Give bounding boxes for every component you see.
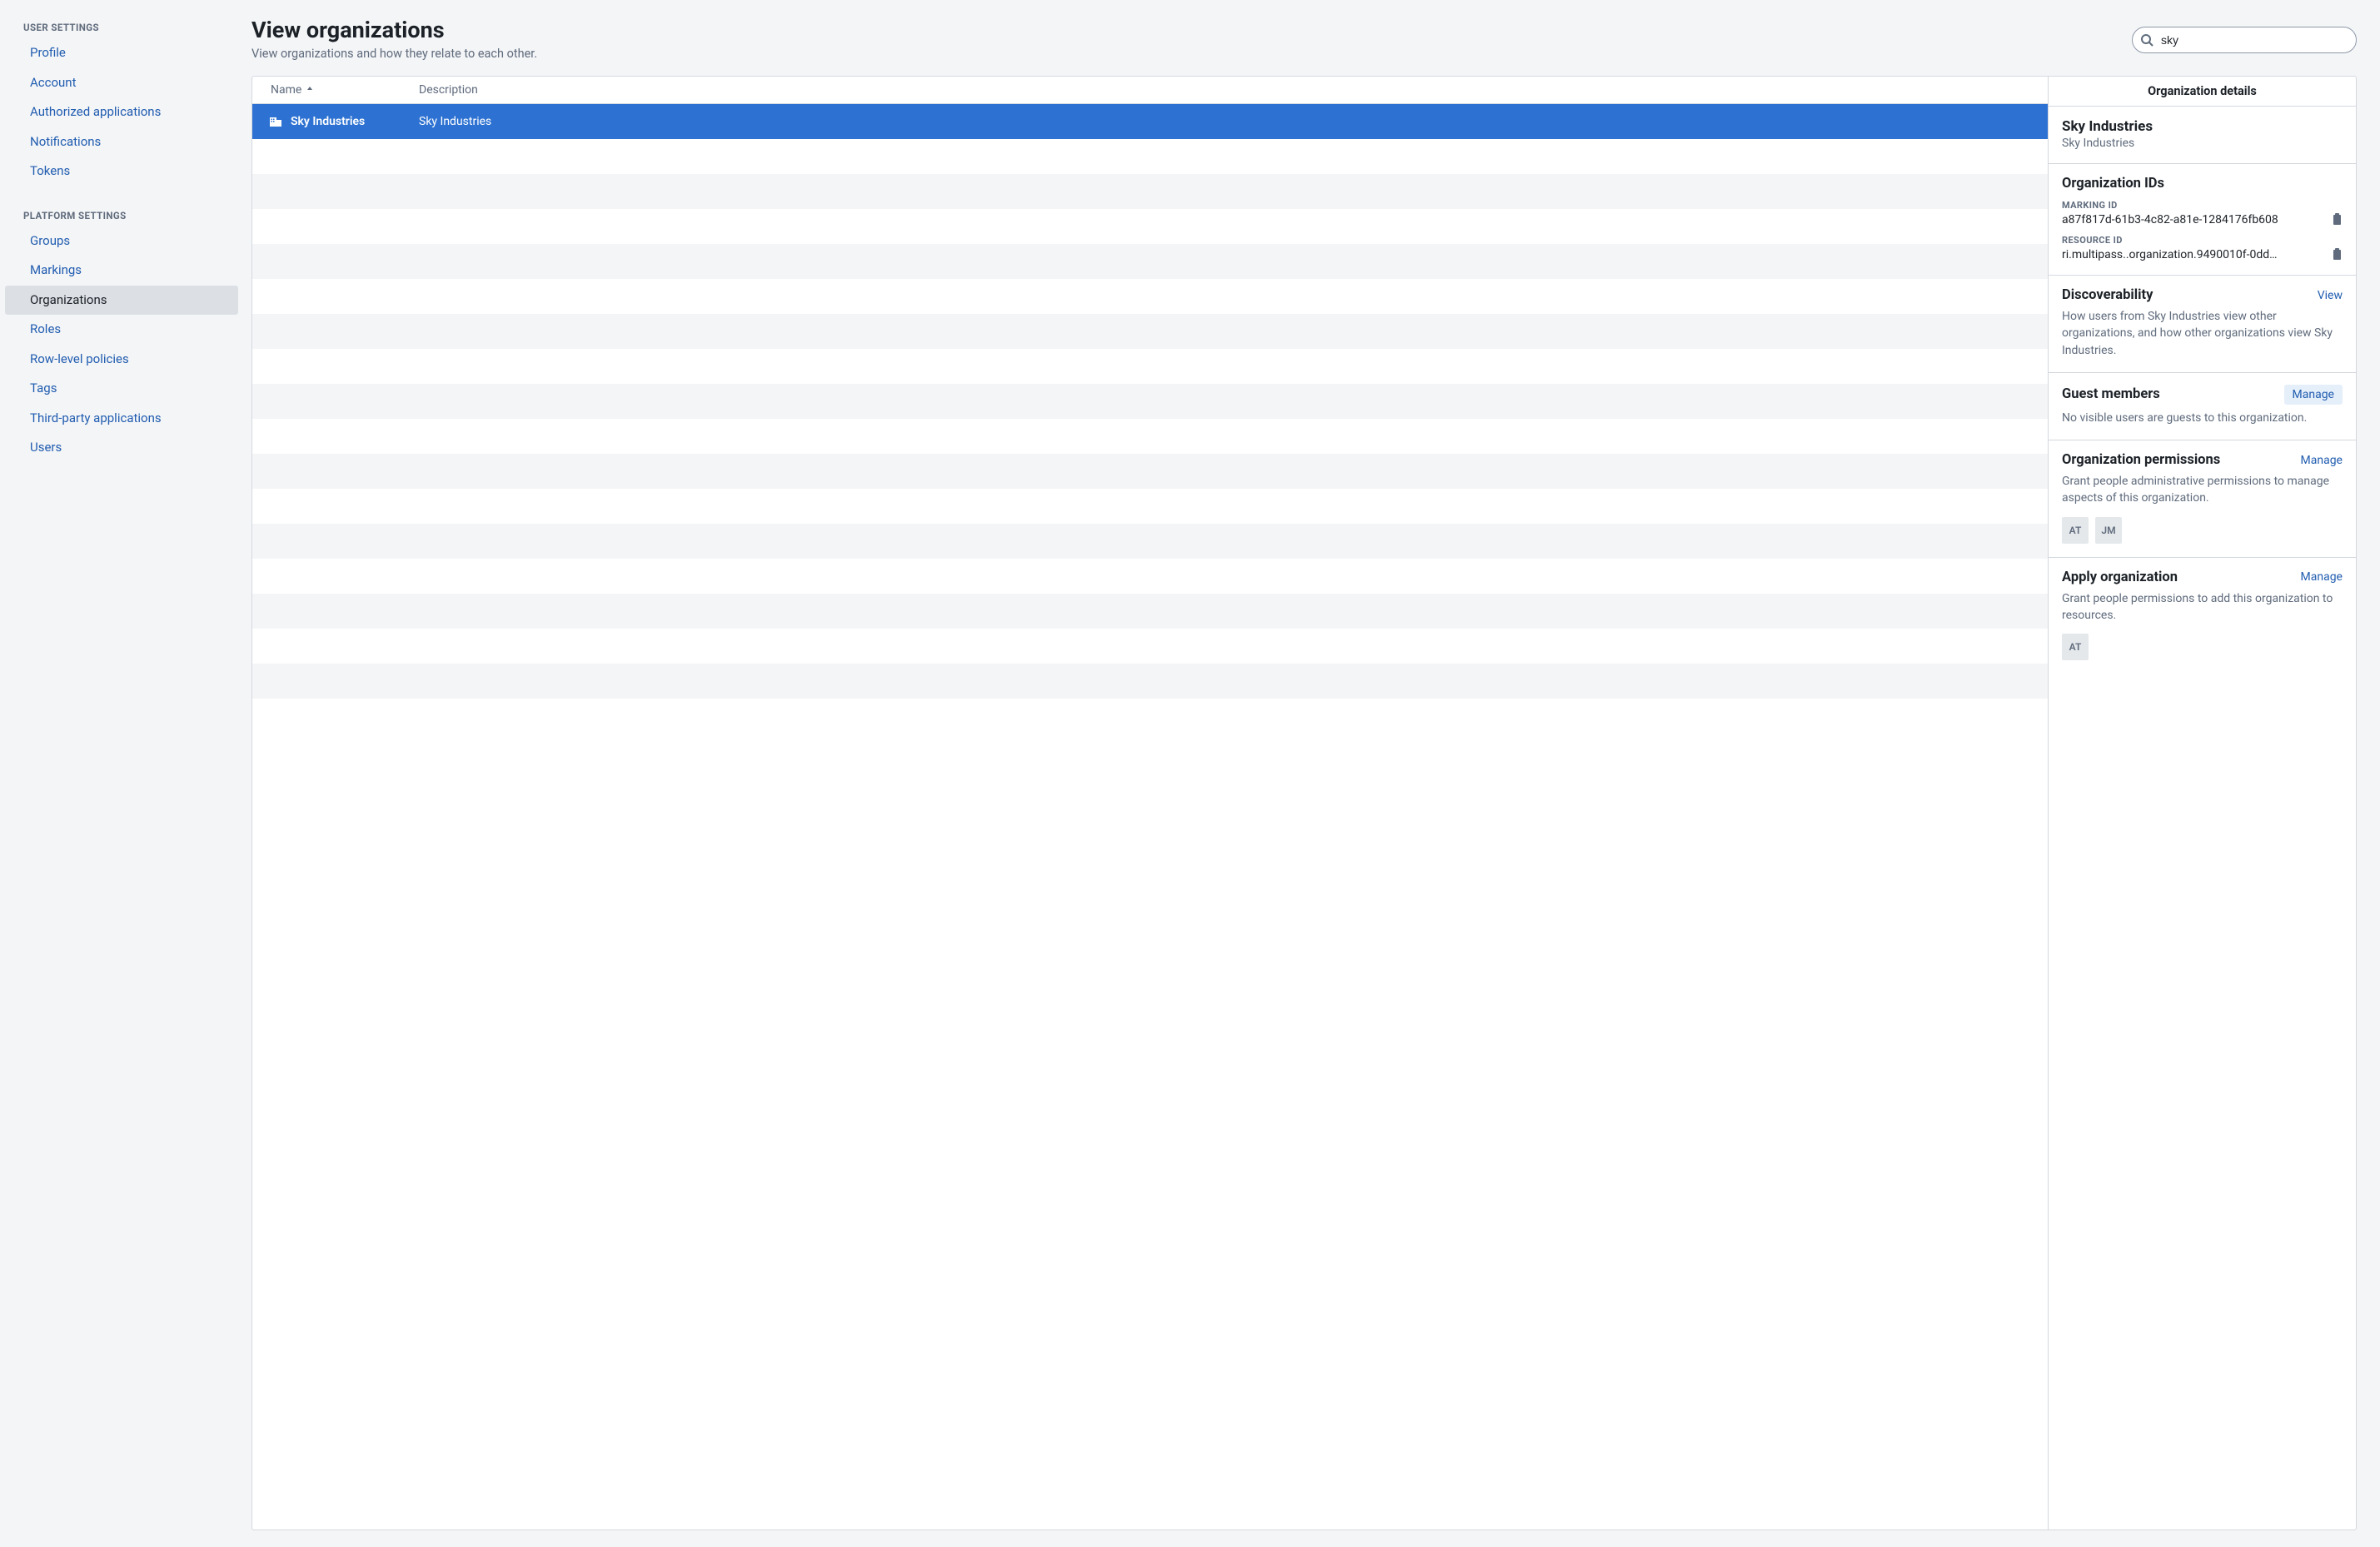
table-row[interactable]: Sky IndustriesSky Industries [252, 104, 2048, 139]
table-row-empty [252, 489, 2048, 524]
search-input[interactable] [2132, 27, 2357, 53]
apply-body: Grant people permissions to add this org… [2062, 590, 2343, 624]
search-wrap [2132, 27, 2357, 53]
table-row-empty [252, 244, 2048, 279]
sidebar: USER SETTINGSProfileAccountAuthorized ap… [0, 0, 243, 1547]
discoverability-view-link[interactable]: View [2318, 289, 2343, 302]
search-icon [2140, 33, 2153, 47]
copy-marking-id-icon[interactable] [2331, 213, 2343, 226]
details-org-description: Sky Industries [2062, 137, 2343, 150]
page-subtitle: View organizations and how they relate t… [251, 47, 537, 61]
copy-resource-id-icon[interactable] [2331, 248, 2343, 261]
page-title: View organizations [251, 17, 537, 43]
permissions-title: Organization permissions [2062, 452, 2220, 468]
avatar[interactable]: AT [2062, 634, 2089, 660]
cell-description: Sky Industries [419, 115, 2048, 128]
column-header-name-label: Name [271, 83, 301, 97]
table-row-empty [252, 209, 2048, 244]
table-row-empty [252, 419, 2048, 454]
column-header-name[interactable]: Name [252, 83, 419, 97]
details-guests-section: Guest members Manage No visible users ar… [2049, 373, 2356, 440]
sidebar-item-authorized-applications[interactable]: Authorized applications [0, 97, 243, 127]
apply-manage-link[interactable]: Manage [2301, 570, 2343, 584]
details-apply-section: Apply organization Manage Grant people p… [2049, 558, 2356, 674]
table-row-empty [252, 384, 2048, 419]
table-header: Name Description [252, 77, 2048, 104]
avatar[interactable]: JM [2095, 517, 2122, 544]
discoverability-body: How users from Sky Industries view other… [2062, 308, 2343, 359]
sidebar-item-markings[interactable]: Markings [0, 256, 243, 286]
marking-id-value: a87f817d-61b3-4c82-a81e-1284176fb608 [2062, 213, 2324, 226]
permissions-body: Grant people administrative permissions … [2062, 473, 2343, 507]
sidebar-item-groups[interactable]: Groups [0, 226, 243, 256]
apply-title: Apply organization [2062, 570, 2178, 585]
column-header-description[interactable]: Description [419, 83, 2048, 97]
details-org-section: Sky Industries Sky Industries [2049, 107, 2356, 164]
table-row-empty [252, 174, 2048, 209]
avatar[interactable]: AT [2062, 517, 2089, 544]
sidebar-section-title: USER SETTINGS [0, 22, 243, 38]
sidebar-item-row-level-policies[interactable]: Row-level policies [0, 345, 243, 375]
sidebar-item-account[interactable]: Account [0, 68, 243, 98]
resource-id-label: RESOURCE ID [2062, 235, 2343, 246]
main-content: View organizations View organizations an… [243, 0, 2380, 1547]
sidebar-item-notifications[interactable]: Notifications [0, 127, 243, 157]
sidebar-item-users[interactable]: Users [0, 433, 243, 463]
table-row-empty [252, 349, 2048, 384]
table-body: Sky IndustriesSky Industries [252, 104, 2048, 1530]
discoverability-title: Discoverability [2062, 287, 2153, 303]
table-row-empty [252, 559, 2048, 594]
sidebar-item-tokens[interactable]: Tokens [0, 157, 243, 187]
table-row-empty [252, 524, 2048, 559]
table-row-empty [252, 664, 2048, 699]
guests-title: Guest members [2062, 386, 2160, 402]
details-header: Organization details [2049, 77, 2356, 107]
page-header: View organizations View organizations an… [251, 17, 2357, 61]
content-row: Name Description Sky IndustriesSky Indus… [251, 76, 2357, 1530]
sidebar-item-roles[interactable]: Roles [0, 315, 243, 345]
apply-avatars: AT [2062, 634, 2343, 660]
details-discoverability-section: Discoverability View How users from Sky … [2049, 276, 2356, 373]
details-panel: Organization details Sky Industries Sky … [2048, 77, 2356, 1530]
organizations-table: Name Description Sky IndustriesSky Indus… [252, 77, 2048, 1530]
column-header-description-label: Description [419, 83, 478, 97]
details-org-name: Sky Industries [2062, 118, 2343, 135]
guests-manage-button[interactable]: Manage [2284, 385, 2343, 405]
details-ids-section: Organization IDs MARKING ID a87f817d-61b… [2049, 164, 2356, 276]
sidebar-section-title: PLATFORM SETTINGS [0, 210, 243, 226]
organization-icon [269, 115, 282, 128]
table-row-empty [252, 454, 2048, 489]
resource-id-value: ri.multipass..organization.9490010f-0dd… [2062, 248, 2324, 261]
table-row-empty [252, 314, 2048, 349]
cell-name: Sky Industries [252, 115, 419, 128]
table-row-empty [252, 594, 2048, 629]
permissions-avatars: AT JM [2062, 517, 2343, 544]
sidebar-item-profile[interactable]: Profile [0, 38, 243, 68]
sidebar-item-organizations[interactable]: Organizations [5, 286, 238, 316]
org-ids-title: Organization IDs [2062, 176, 2343, 192]
table-row-empty [252, 629, 2048, 664]
sidebar-item-third-party-applications[interactable]: Third-party applications [0, 404, 243, 434]
marking-id-label: MARKING ID [2062, 200, 2343, 211]
guests-body: No visible users are guests to this orga… [2062, 410, 2343, 426]
details-permissions-section: Organization permissions Manage Grant pe… [2049, 440, 2356, 558]
sort-asc-icon [306, 85, 314, 96]
sidebar-item-tags[interactable]: Tags [0, 374, 243, 404]
permissions-manage-link[interactable]: Manage [2301, 454, 2343, 467]
table-row-empty [252, 139, 2048, 174]
table-row-empty [252, 279, 2048, 314]
